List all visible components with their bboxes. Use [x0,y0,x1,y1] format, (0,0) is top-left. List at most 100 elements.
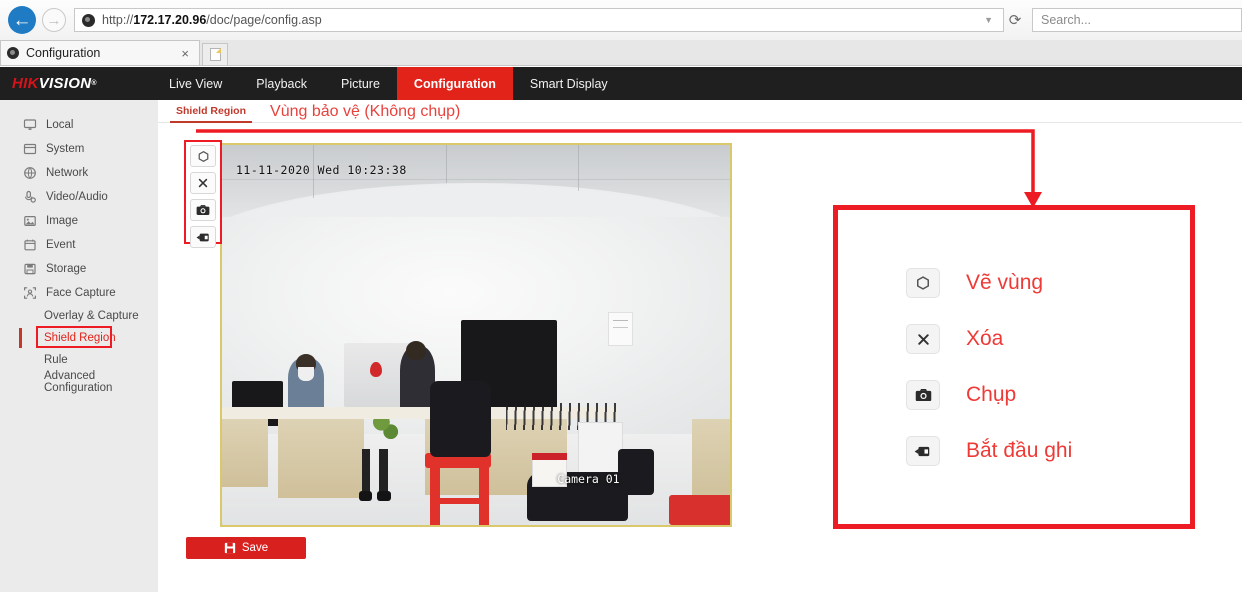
forward-arrow-icon[interactable]: → [42,8,66,32]
sidebar-label: Image [46,215,78,227]
sidebar-item-advanced-configuration[interactable]: Advanced Configuration [0,371,158,393]
sidebar-label: Video/Audio [46,191,108,203]
sidebar-sublabel: Shield Region [44,332,116,344]
tab-label: Configuration [26,46,177,60]
sidebar-sublabel: Advanced Configuration [44,370,158,394]
new-tab-icon [210,48,221,61]
close-icon[interactable]: × [177,46,193,61]
sidebar-item-overlay-capture[interactable]: Overlay & Capture [0,305,158,327]
legend-label: Xóa [966,327,1003,351]
nav-tab-playback[interactable]: Playback [239,67,324,100]
content-pane: Shield Region Vùng bảo vệ (Không chụp) [158,100,1242,598]
sidebar-label: Network [46,167,88,179]
floppy-disk-icon [22,262,37,277]
legend-row-capture: Chụp [906,380,1190,410]
nav-tab-live-view[interactable]: Live View [152,67,239,100]
selection-marker [19,328,22,348]
desk [692,419,730,503]
sidebar-item-event[interactable]: Event [0,233,158,257]
sidebar-item-face-capture[interactable]: Face Capture [0,281,158,305]
bag [618,449,654,495]
delete-region-button[interactable] [190,172,216,194]
monitor-icon [22,118,37,133]
sidebar-label: Face Capture [46,287,116,299]
sidebar-sublabel: Rule [44,354,68,366]
tab-favicon-icon [7,47,19,59]
legend-label: Vẽ vùng [966,271,1043,295]
sidebar-item-video-audio[interactable]: Video/Audio [0,185,158,209]
live-video-preview[interactable]: 11-11-2020 Wed 10:23:38 Camera 01 [220,143,732,527]
annotation-title: Vùng bảo vệ (Không chụp) [270,103,460,123]
bag [430,381,491,457]
browser-toolbar: ← → http://172.17.20.96/doc/page/config.… [0,0,1242,40]
legend-row-delete: Xóa [906,324,1190,354]
sidebar-label: Event [46,239,75,251]
picture-icon [22,214,37,229]
nav-tab-configuration[interactable]: Configuration [397,67,513,100]
stool-leg [430,468,440,525]
hexagon-icon [906,268,940,298]
address-bar-url: http://172.17.20.96/doc/page/config.asp [102,13,322,27]
tab-strip: Configuration × [0,40,1242,66]
sidebar-sublabel: Overlay & Capture [44,310,139,322]
legend-label: Chụp [966,383,1016,407]
nav-tab-smart-display[interactable]: Smart Display [513,67,625,100]
record-button[interactable] [190,226,216,248]
tab-shield-region[interactable]: Shield Region [170,105,252,123]
sidebar-label: Local [46,119,74,131]
video-camera-icon [196,232,211,243]
legend-label: Bắt đầu ghi [966,439,1072,463]
site-favicon-icon [82,14,95,27]
nav-tab-picture[interactable]: Picture [324,67,397,100]
reload-icon[interactable]: ⟳ [1004,11,1026,29]
sidebar-item-local[interactable]: Local [0,113,158,137]
sidebar-item-system[interactable]: System [0,137,158,161]
stool-leg [479,468,489,525]
app-header: HIKVISION® Live View Playback Picture Co… [0,67,1242,100]
save-button[interactable]: Save [186,537,306,559]
sidebar-item-storage[interactable]: Storage [0,257,158,281]
sidebar-item-network[interactable]: Network [0,161,158,185]
camera-icon [196,204,210,216]
legend-row-record: Bắt đầu ghi [906,436,1190,466]
desk [222,419,268,487]
sidebar-item-shield-region[interactable]: Shield Region [0,327,158,349]
capture-button[interactable] [190,199,216,221]
sidebar-item-rule[interactable]: Rule [0,349,158,371]
browser-tab-configuration[interactable]: Configuration × [0,40,200,65]
hikvision-logo: HIKVISION® [0,67,152,100]
sidebar-item-image[interactable]: Image [0,209,158,233]
face-capture-icon [22,286,37,301]
address-bar[interactable]: http://172.17.20.96/doc/page/config.asp … [74,8,1004,32]
search-placeholder: Search... [1041,13,1091,27]
chevron-down-icon[interactable]: ▼ [984,15,999,25]
desk [278,419,364,499]
screenshot-root: ← → http://172.17.20.96/doc/page/config.… [0,0,1242,598]
main-nav: Live View Playback Picture Configuration… [152,67,625,100]
microphone-icon [22,190,37,205]
new-tab-button[interactable] [202,43,228,65]
video-timestamp: 11-11-2020 Wed 10:23:38 [236,163,407,177]
hexagon-icon [197,150,210,163]
close-x-icon [197,177,209,189]
floppy-disk-icon [224,542,236,554]
content-tabs: Shield Region Vùng bảo vệ (Không chụp) [170,103,460,123]
back-arrow-icon[interactable]: ← [8,6,36,34]
search-input[interactable]: Search... [1032,8,1242,32]
video-camera-label: Camera 01 [557,472,619,486]
draw-region-button[interactable] [190,145,216,167]
video-toolbar [190,145,220,248]
sidebar: Local System Network Video/Audio Image [0,100,158,592]
sidebar-label: Storage [46,263,86,275]
camera-icon [906,380,940,410]
video-frame: 11-11-2020 Wed 10:23:38 Camera 01 [222,145,730,525]
video-camera-icon [906,436,940,466]
close-x-icon [906,324,940,354]
legend-row-draw-region: Vẽ vùng [906,268,1190,298]
annotation-legend-panel: Vẽ vùng Xóa Chụp Bắt đầu ghi [833,205,1195,529]
window-icon [22,142,37,157]
calendar-icon [22,238,37,253]
stool-brace [430,498,488,504]
sidebar-label: System [46,143,84,155]
save-button-label: Save [242,542,268,554]
